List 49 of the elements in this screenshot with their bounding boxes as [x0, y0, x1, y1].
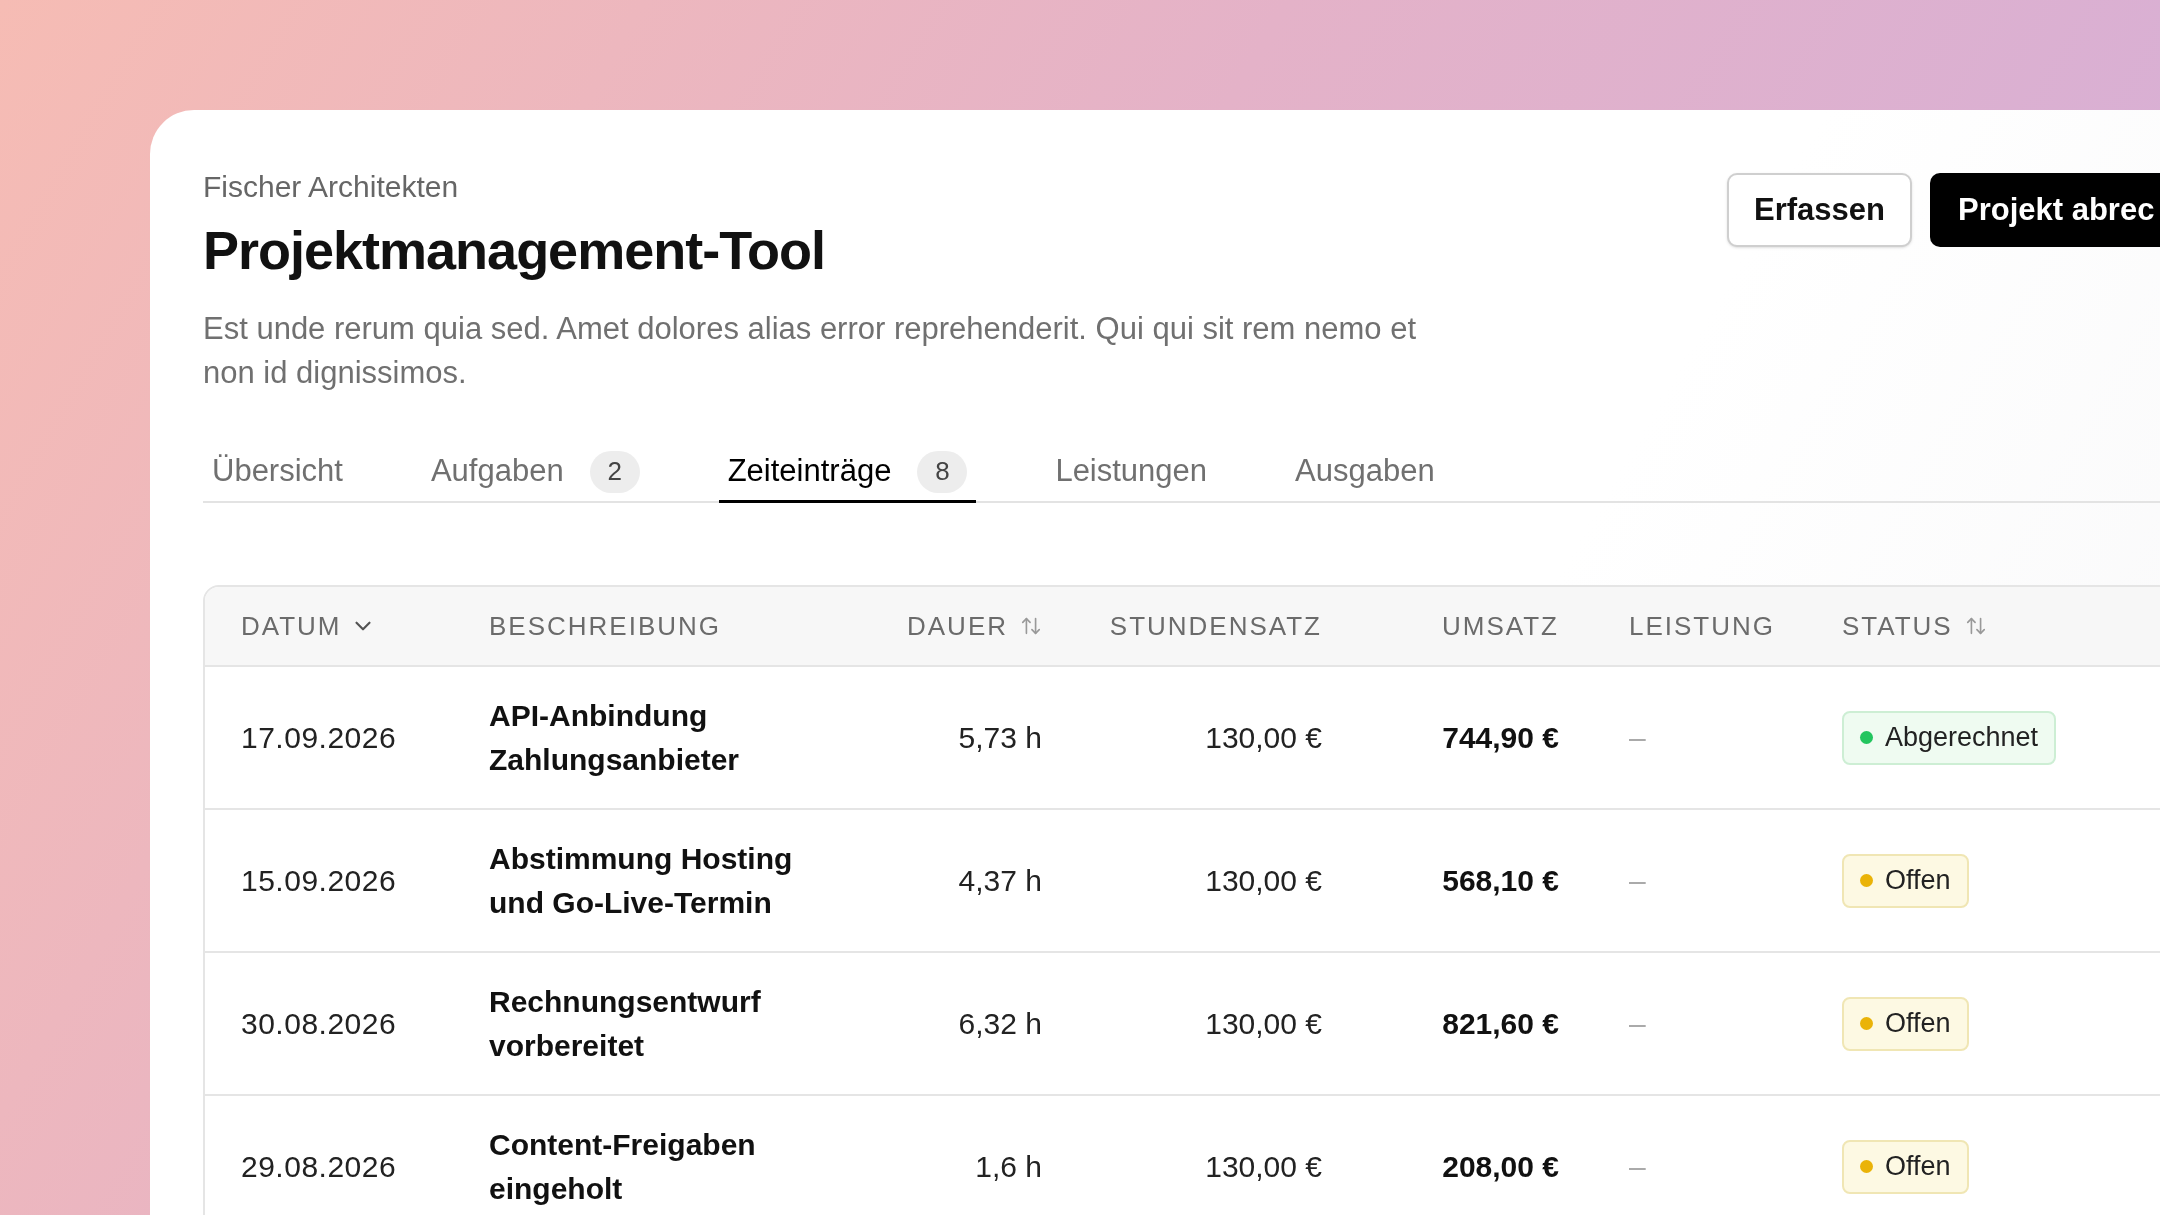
- tab[interactable]: Leistungen: [1046, 443, 1217, 503]
- column-header: STUNDENSATZ: [1109, 609, 1322, 643]
- service-cell: –: [1629, 1150, 1646, 1183]
- revenue-cell: 821,60 €: [1442, 1007, 1559, 1040]
- status-badge: Offen: [1842, 996, 1969, 1051]
- date-cell: 29.08.2026: [241, 1150, 397, 1183]
- revenue-cell: 744,90 €: [1442, 721, 1559, 754]
- description-cell-text: Abstimmung Hosting und Go-Live-Termin: [489, 840, 794, 921]
- description-cell-text: API-Anbindung Zahlungsanbieter: [489, 697, 741, 778]
- status-badge: Offen: [1842, 853, 1969, 908]
- rate-cell: 130,00 €: [1205, 864, 1322, 897]
- column-header: DATUM: [241, 609, 342, 643]
- project-description: Est unde rerum quia sed. Amet dolores alias error reprehenderit. Qui qui sit rem nemo et non id dignissimos.: [203, 310, 1418, 392]
- status-badge: Abgerechnet: [1842, 710, 2057, 765]
- sort-icon: [1964, 615, 1987, 637]
- sort-icon: [1020, 615, 1042, 637]
- duration-cell: 1,6 h: [975, 1150, 1042, 1183]
- page-title: Projektmanagement-Tool: [203, 219, 827, 282]
- description-cell-text: Rechnungsentwurf vorbereitet: [489, 983, 762, 1064]
- revenue-cell: 568,10 €: [1442, 864, 1559, 897]
- rate-cell: 130,00 €: [1205, 721, 1322, 754]
- tab[interactable]: Ausgaben: [1286, 443, 1444, 503]
- rate-cell: 130,00 €: [1205, 1150, 1322, 1183]
- tab[interactable]: Aufgaben 2: [421, 443, 649, 503]
- duration-cell: 5,73 h: [958, 721, 1042, 754]
- date-cell: 15.09.2026: [241, 864, 397, 897]
- date-cell: 17.09.2026: [241, 721, 397, 754]
- service-cell: –: [1629, 864, 1646, 897]
- duration-cell: 6,32 h: [958, 1007, 1042, 1040]
- column-header: DAUER: [907, 609, 1008, 643]
- service-cell: –: [1629, 721, 1646, 754]
- tab[interactable]: Zeiteinträge 8: [718, 443, 977, 503]
- count-badge: 8: [917, 450, 968, 493]
- column-header: UMSATZ: [1442, 609, 1559, 643]
- date-cell: 30.08.2026: [241, 1007, 397, 1040]
- rate-cell: 130,00 €: [1205, 1007, 1322, 1040]
- description-cell-text: Content-Freigaben eingeholt: [489, 1126, 757, 1207]
- bill-project-button[interactable]: Projekt abrec: [1929, 173, 2160, 247]
- duration-cell: 4,37 h: [958, 864, 1042, 897]
- column-header: LEISTUNG: [1629, 609, 1776, 643]
- count-badge: 2: [589, 450, 640, 493]
- record-button[interactable]: Erfassen: [1727, 173, 1912, 247]
- client-name: Fischer Architekten: [203, 169, 460, 205]
- status-badge: Offen: [1842, 1139, 1969, 1194]
- service-cell: –: [1629, 1007, 1646, 1040]
- column-header: BESCHREIBUNG: [489, 609, 722, 643]
- tab[interactable]: Übersicht: [203, 443, 352, 503]
- revenue-cell: 208,00 €: [1442, 1150, 1559, 1183]
- column-header: STATUS: [1842, 609, 1953, 643]
